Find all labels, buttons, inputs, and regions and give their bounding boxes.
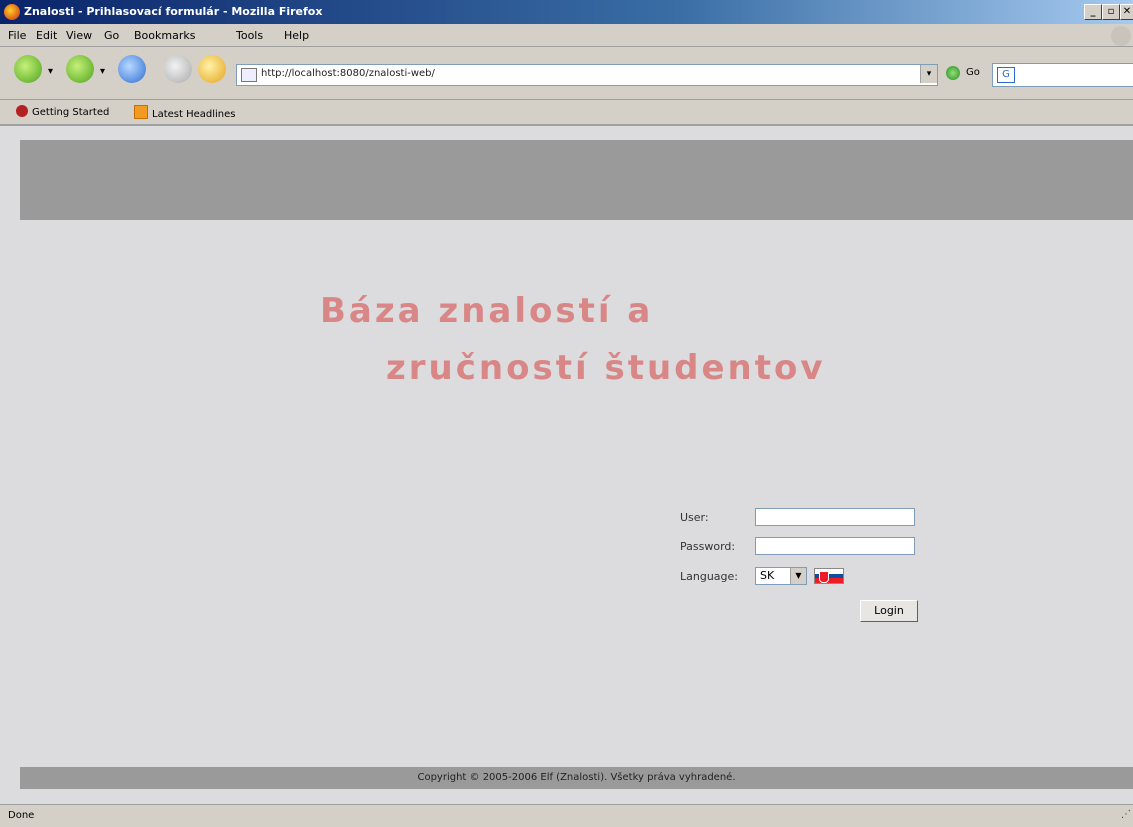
- page-content: Báza znalostí a zručností študentov User…: [0, 125, 1133, 804]
- bookmark-label: Latest Headlines: [152, 109, 236, 120]
- slovakia-flag-icon[interactable]: [814, 568, 844, 584]
- close-button[interactable]: ✕: [1120, 4, 1133, 20]
- site-heading-line2: zručností študentov: [386, 348, 826, 388]
- resize-grip-icon[interactable]: ⋰: [1121, 809, 1131, 820]
- activity-throbber-icon: [1111, 26, 1131, 46]
- navigation-toolbar: ▾ ▾ http://localhost:8080/znalosti-web/ …: [0, 47, 1133, 100]
- menu-go[interactable]: Go: [104, 29, 119, 42]
- forward-arrow-icon[interactable]: [66, 55, 94, 83]
- url-dropdown-icon[interactable]: ▾: [920, 65, 937, 83]
- language-label: Language:: [680, 570, 738, 583]
- bookmarks-toolbar: Getting Started Latest Headlines: [0, 100, 1133, 125]
- menu-tools[interactable]: Tools: [236, 29, 263, 42]
- menu-bar: File Edit View Go Bookmarks Tools Help: [0, 24, 1133, 47]
- password-input[interactable]: [755, 537, 915, 555]
- status-text: Done: [8, 810, 35, 821]
- window-title: Znalosti - Prihlasovací formulár - Mozil…: [24, 5, 323, 18]
- language-selected-value: SK: [760, 569, 775, 582]
- page-icon: [241, 68, 257, 82]
- minimize-button[interactable]: _: [1084, 4, 1102, 20]
- reload-icon[interactable]: [118, 55, 146, 83]
- stop-icon[interactable]: [164, 55, 192, 83]
- language-select[interactable]: SK ▼: [755, 567, 807, 585]
- google-search-icon[interactable]: G: [997, 67, 1015, 83]
- copyright-footer: Copyright © 2005-2006 Elf (Znalosti). Vš…: [20, 767, 1133, 789]
- go-button[interactable]: Go: [966, 67, 980, 78]
- url-text[interactable]: http://localhost:8080/znalosti-web/: [261, 68, 435, 79]
- go-icon[interactable]: [946, 66, 960, 80]
- maximize-button[interactable]: ▫: [1102, 4, 1120, 20]
- site-heading-line1: Báza znalostí a: [320, 291, 654, 331]
- menu-bookmarks[interactable]: Bookmarks: [134, 29, 195, 42]
- user-input[interactable]: [755, 508, 915, 526]
- menu-view[interactable]: View: [66, 29, 92, 42]
- firefox-icon: [4, 4, 20, 20]
- rss-icon: [134, 105, 148, 119]
- password-label: Password:: [680, 540, 736, 553]
- back-dropdown-icon[interactable]: ▾: [48, 66, 53, 77]
- menu-edit[interactable]: Edit: [36, 29, 57, 42]
- bookmark-latest-headlines[interactable]: Latest Headlines: [134, 105, 236, 120]
- home-icon[interactable]: [198, 55, 226, 83]
- header-band: [20, 140, 1133, 220]
- window-title-bar: Znalosti - Prihlasovací formulár - Mozil…: [0, 0, 1133, 24]
- chevron-down-icon[interactable]: ▼: [790, 568, 806, 584]
- url-bar[interactable]: http://localhost:8080/znalosti-web/ ▾: [236, 64, 938, 86]
- user-label: User:: [680, 511, 709, 524]
- bookmark-label: Getting Started: [32, 107, 110, 118]
- back-arrow-icon[interactable]: [14, 55, 42, 83]
- menu-file[interactable]: File: [8, 29, 26, 42]
- menu-help[interactable]: Help: [284, 29, 309, 42]
- getting-started-icon: [16, 105, 28, 117]
- login-button[interactable]: Login: [860, 600, 918, 622]
- forward-dropdown-icon[interactable]: ▾: [100, 66, 105, 77]
- search-input[interactable]: G: [992, 63, 1133, 87]
- bookmark-getting-started[interactable]: Getting Started: [16, 105, 109, 118]
- status-bar: Done ⋰: [0, 804, 1133, 827]
